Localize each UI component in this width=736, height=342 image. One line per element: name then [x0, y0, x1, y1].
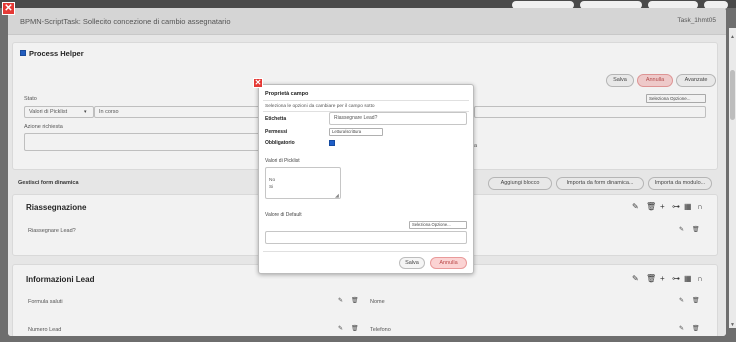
- dialog-divider: [263, 251, 469, 252]
- dialog-save-button[interactable]: Salva: [399, 257, 425, 269]
- dialog-title: Proprietà campo: [265, 91, 309, 97]
- dialog-cancel-button[interactable]: Annulla: [430, 257, 467, 269]
- scroll-down-icon[interactable]: ▼: [730, 322, 735, 328]
- resize-handle-icon[interactable]: ◢: [335, 193, 339, 199]
- dialog-instructions: Seleziona le opzioni da cambiare per il …: [265, 104, 375, 109]
- scroll-up-icon[interactable]: ▲: [730, 34, 735, 40]
- label-input[interactable]: Riassegnare Lead?: [329, 112, 467, 125]
- required-checkbox[interactable]: [329, 140, 335, 146]
- label-name: Etichetta: [265, 116, 287, 122]
- default-label: Valore di Default: [265, 212, 302, 218]
- picklist-value: Si: [269, 185, 274, 190]
- close-icon[interactable]: ✕: [253, 78, 263, 88]
- permissions-label: Permessi: [265, 129, 288, 135]
- dialog-divider: [263, 100, 469, 101]
- default-value-input[interactable]: [265, 231, 467, 244]
- permissions-select[interactable]: Lettura/scrittura: [329, 128, 383, 136]
- scrollbar-thumb[interactable]: [730, 70, 735, 120]
- field-properties-dialog: Proprietà campo Seleziona le opzioni da …: [258, 84, 474, 274]
- default-option-select[interactable]: Seleziona Opzione...: [409, 221, 467, 229]
- close-icon[interactable]: ✕: [2, 2, 15, 15]
- picklist-value: No: [269, 178, 276, 183]
- picklist-textarea[interactable]: [265, 167, 341, 199]
- required-label: Obbligatorio: [265, 140, 295, 146]
- picklist-label: Valori di Picklist: [265, 158, 300, 164]
